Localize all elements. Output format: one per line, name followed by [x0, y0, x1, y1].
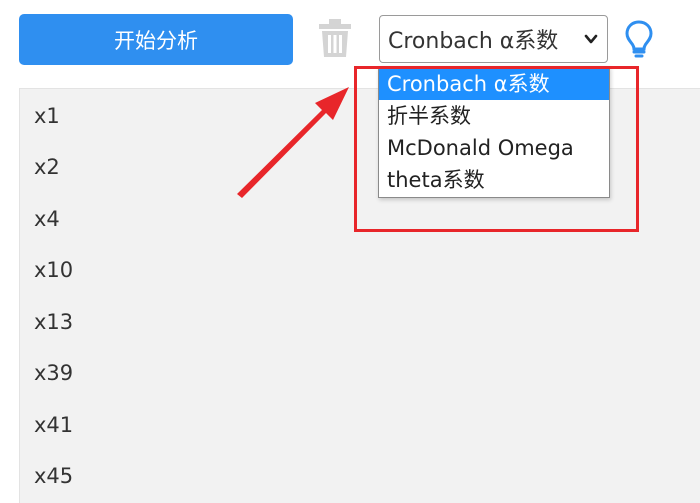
trash-icon[interactable]	[318, 18, 352, 58]
variable-item[interactable]: x4	[34, 206, 60, 232]
variable-item[interactable]: x45	[34, 463, 73, 489]
method-select-value: Cronbach α系数	[388, 29, 559, 54]
variable-item[interactable]: x39	[34, 360, 73, 386]
variable-item[interactable]: x41	[34, 412, 73, 438]
variable-item[interactable]: x10	[34, 257, 73, 283]
variable-item[interactable]: x13	[34, 309, 73, 335]
reliability-analysis-view: 开始分析 Cronbach α系数 x1 x2 x4 x10 x13 x39 x…	[0, 0, 700, 503]
lightbulb-icon[interactable]	[624, 19, 654, 59]
start-analysis-button[interactable]: 开始分析	[19, 14, 293, 65]
variable-item[interactable]: x2	[34, 154, 60, 180]
chevron-down-icon	[584, 34, 598, 44]
start-analysis-label: 开始分析	[114, 28, 198, 53]
variable-item[interactable]: x1	[34, 103, 60, 129]
method-select[interactable]: Cronbach α系数	[379, 15, 608, 63]
annotation-highlight-box	[354, 66, 639, 232]
